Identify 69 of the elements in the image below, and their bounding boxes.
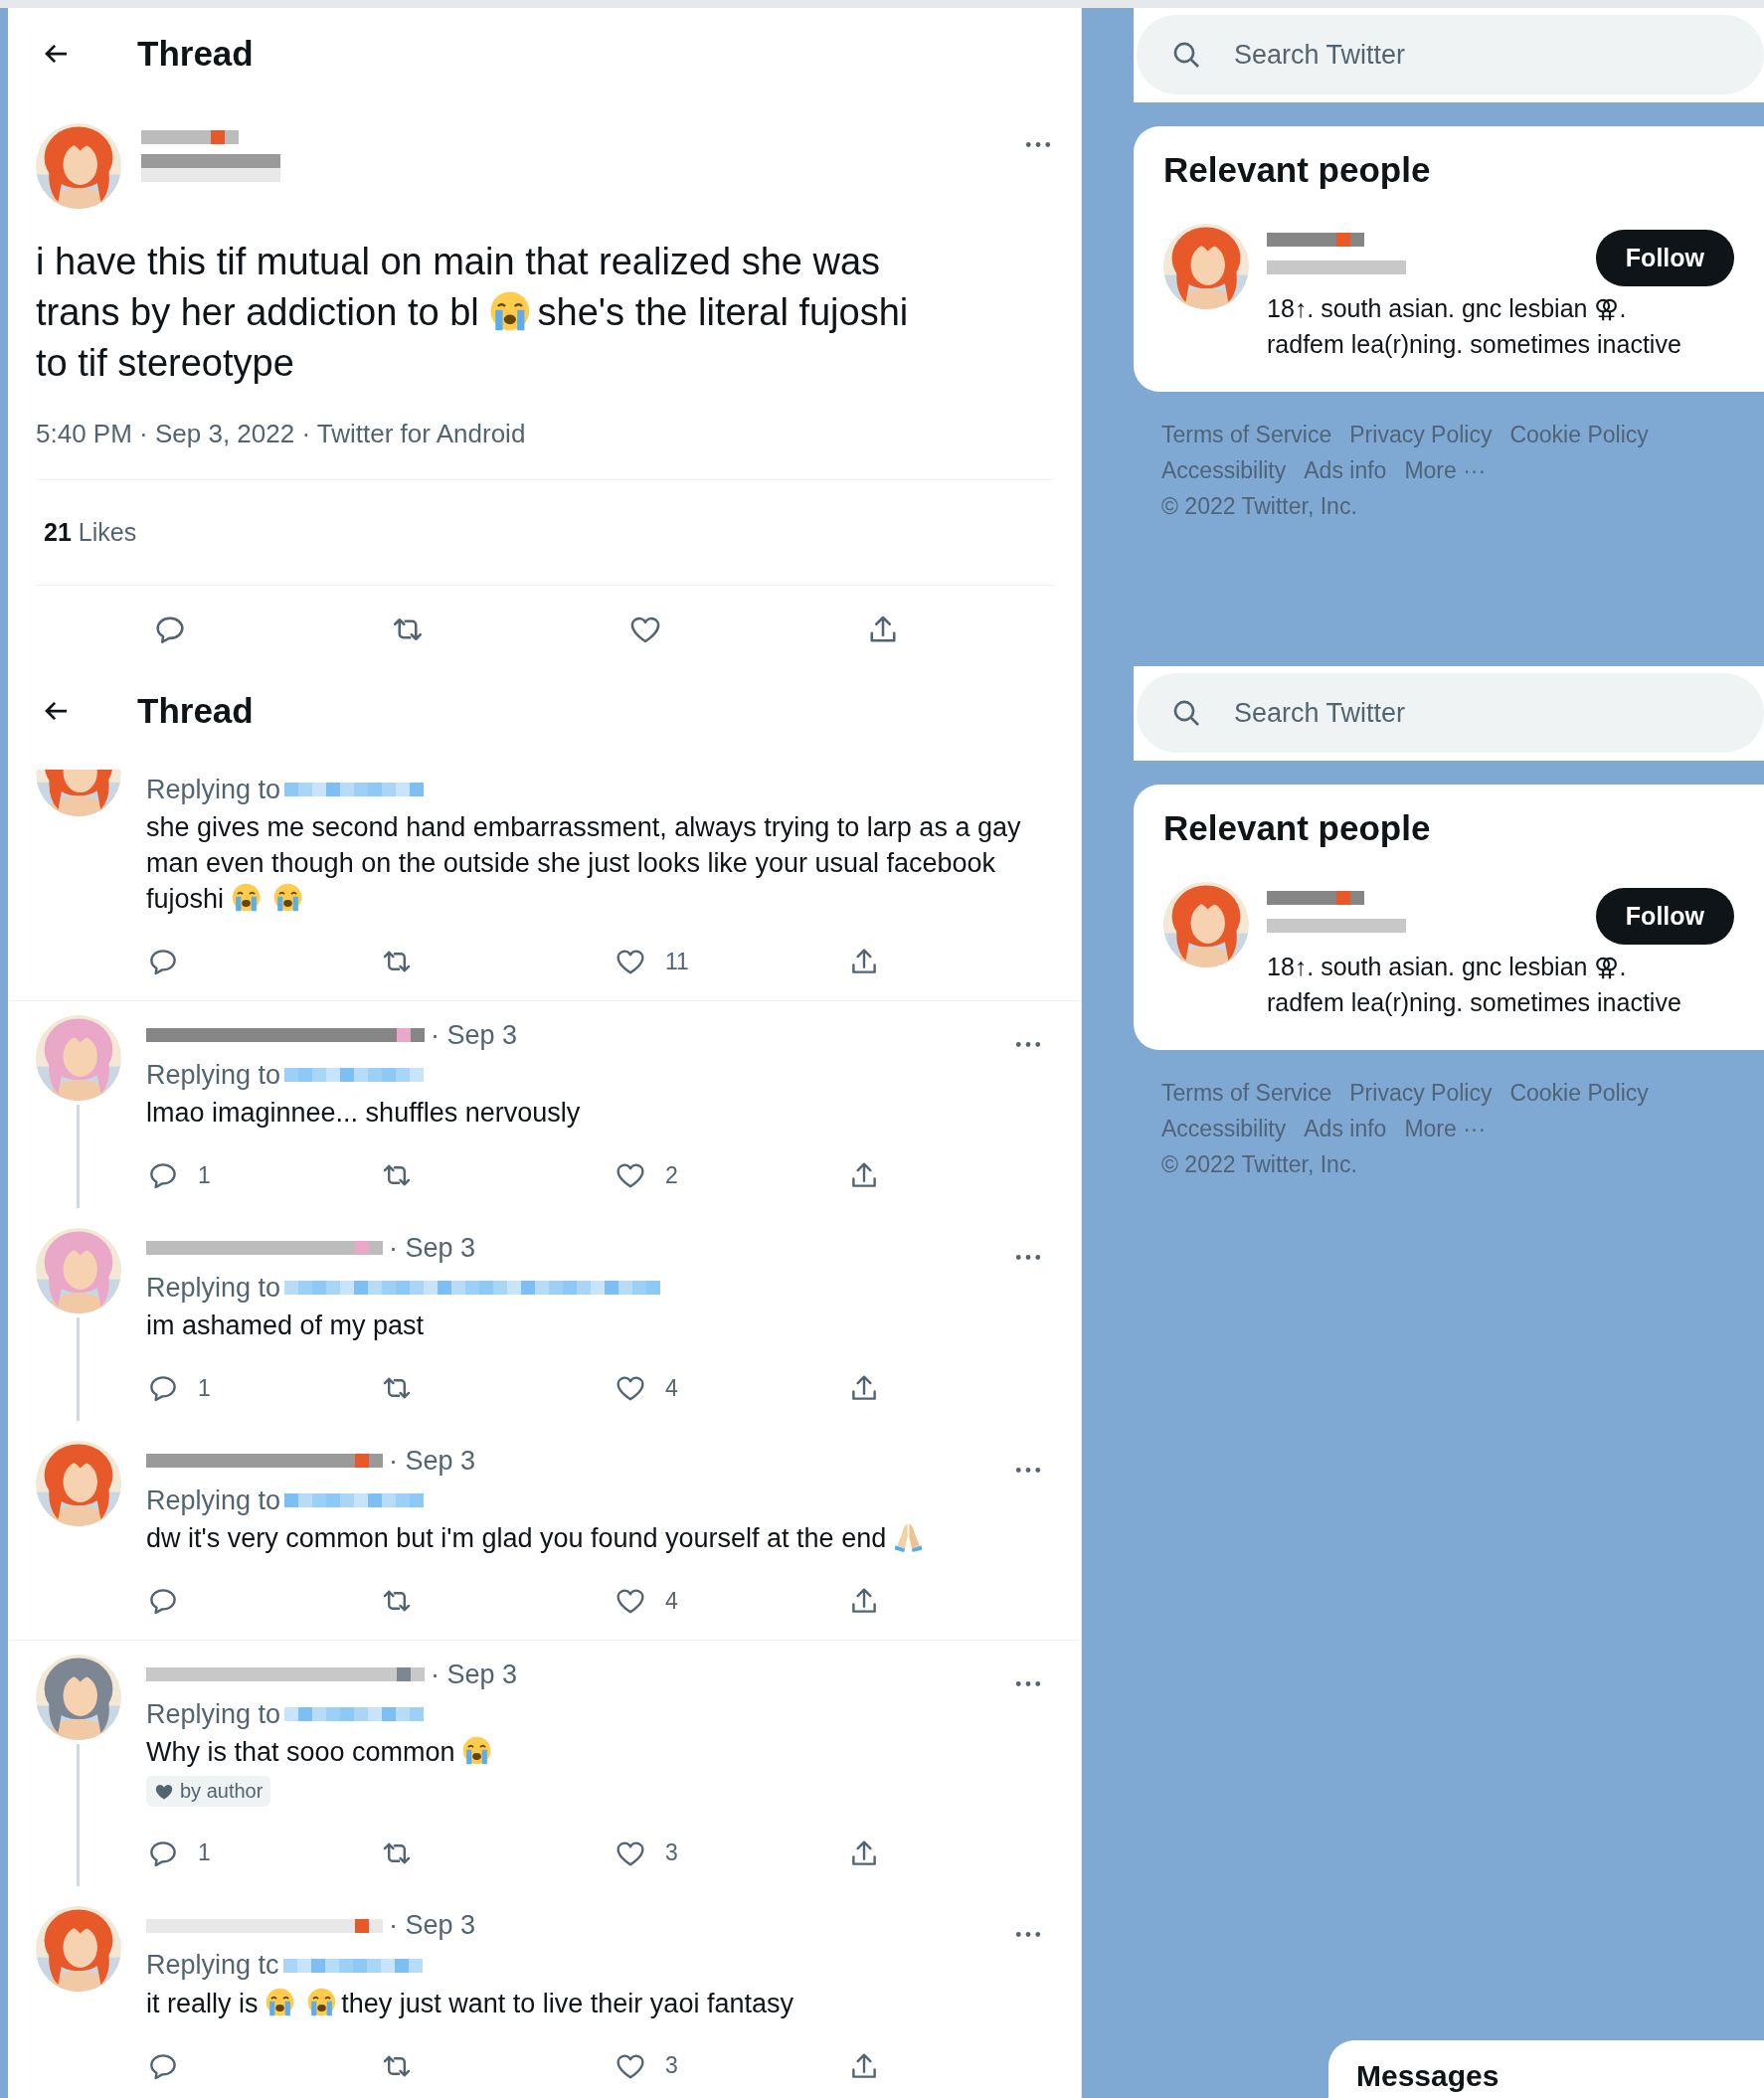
crying-face-icon: [306, 1986, 338, 2017]
page-title: Thread: [137, 34, 254, 74]
likes-label: Likes: [78, 518, 137, 547]
reply-count: 1: [198, 1161, 211, 1189]
more-options-icon[interactable]: [1025, 141, 1051, 148]
more-options-icon[interactable]: [1015, 1040, 1041, 1048]
replying-to-label: Replying to: [146, 1059, 281, 1091]
profile-bio: 18↑. south asian. gnc lesbian ⚢. radfem lea(r)ning. sometimes inactive: [1267, 952, 1682, 1018]
reply-date: · Sep 3: [389, 1232, 476, 1264]
replying-to-label: Replying to: [146, 1272, 281, 1304]
footer-link[interactable]: Cookie Policy: [1509, 422, 1649, 448]
profile-bio: 18↑. south asian. gnc lesbian ⚢. radfem lea(r)ning. sometimes inactive: [1267, 293, 1682, 360]
messages-drawer[interactable]: Messages: [1328, 2040, 1764, 2098]
reply-date: · Sep 3: [431, 1659, 518, 1690]
footer-link[interactable]: Privacy Policy: [1349, 1080, 1493, 1107]
tweet-text: i have this tif mutual on main that realized she was trans by her addiction to bl she's the literal fujoshi to tif stereotype: [36, 240, 910, 386]
footer-link[interactable]: Terms of Service: [1161, 1080, 1332, 1107]
replying-to-label: Replying to: [146, 1698, 281, 1730]
page-title: Thread: [137, 691, 254, 731]
footer-link[interactable]: Accessibility: [1161, 457, 1287, 484]
likes-count: 21: [44, 518, 72, 547]
tweet-text: it really is they just want to live their yaoi fantasy: [146, 1985, 794, 2020]
footer-link[interactable]: Terms of Service: [1161, 422, 1332, 448]
tweet-text: im ashamed of my past: [146, 1310, 426, 1342]
like-count: 3: [665, 1839, 678, 1866]
like-count: 3: [665, 2052, 678, 2079]
tweet-text: lmao imaginnee... shuffles nervously: [146, 1097, 582, 1130]
badge-label: by author: [180, 1780, 264, 1803]
card-title: Relevant people: [1163, 150, 1432, 190]
more-options-icon[interactable]: [1015, 1931, 1041, 1938]
search-field[interactable]: Search Twitter: [1137, 15, 1764, 94]
more-options-icon[interactable]: [1015, 1466, 1041, 1474]
reply-count: 1: [198, 1839, 211, 1866]
replying-to-label: Replying to: [146, 774, 281, 805]
like-count: 4: [665, 1374, 678, 1402]
copyright-text: © 2022 Twitter, Inc.: [1161, 1151, 1358, 1178]
folded-hands-icon: [892, 1521, 924, 1553]
footer-link[interactable]: Accessibility: [1161, 1116, 1287, 1142]
reply-date: · Sep 3: [389, 1910, 476, 1941]
crying-face-icon: [271, 882, 303, 914]
like-count: 11: [665, 948, 689, 975]
replying-to-label: Replying to: [146, 1485, 281, 1516]
reply-date: · Sep 3: [431, 1019, 518, 1051]
tweet-timestamp: 5:40 PM · Sep 3, 2022 · Twitter for Android: [36, 419, 1054, 480]
reply-count: 1: [198, 1374, 211, 1402]
like-count: 4: [665, 1587, 678, 1615]
footer-link[interactable]: Ads info: [1304, 1116, 1387, 1142]
footer-link[interactable]: Ads info: [1304, 457, 1387, 484]
footer-link[interactable]: More ···: [1404, 457, 1487, 484]
footer-link[interactable]: Privacy Policy: [1349, 422, 1493, 448]
tweet-text: she gives me second hand embarrassment, always trying to larp as a gay man even though on the outside she just looks like your usual facebook fujoshi: [146, 811, 1022, 916]
crying-face-icon: [265, 1986, 296, 2017]
follow-button[interactable]: Follow: [1595, 888, 1734, 945]
tweet-text: Why is that sooo common: [146, 1734, 1041, 1770]
more-options-icon[interactable]: [1015, 1253, 1041, 1261]
crying-face-icon: [461, 1735, 493, 1767]
footer-link[interactable]: More ···: [1404, 1116, 1487, 1142]
tweet-text: dw it's very common but i'm glad you found yourself at the end: [146, 1520, 1041, 1556]
more-options-icon[interactable]: [1015, 1679, 1041, 1687]
like-count: 2: [665, 1161, 678, 1189]
card-title: Relevant people: [1163, 808, 1432, 848]
crying-face-icon: [230, 882, 262, 914]
copyright-text: © 2022 Twitter, Inc.: [1161, 493, 1358, 520]
crying-face-icon: [488, 288, 532, 333]
replying-to-label: Replying tc: [146, 1950, 279, 1981]
follow-button[interactable]: Follow: [1595, 230, 1734, 286]
reply-date: · Sep 3: [389, 1445, 476, 1477]
search-field[interactable]: Search Twitter: [1137, 673, 1764, 753]
footer-link[interactable]: Cookie Policy: [1509, 1080, 1649, 1107]
